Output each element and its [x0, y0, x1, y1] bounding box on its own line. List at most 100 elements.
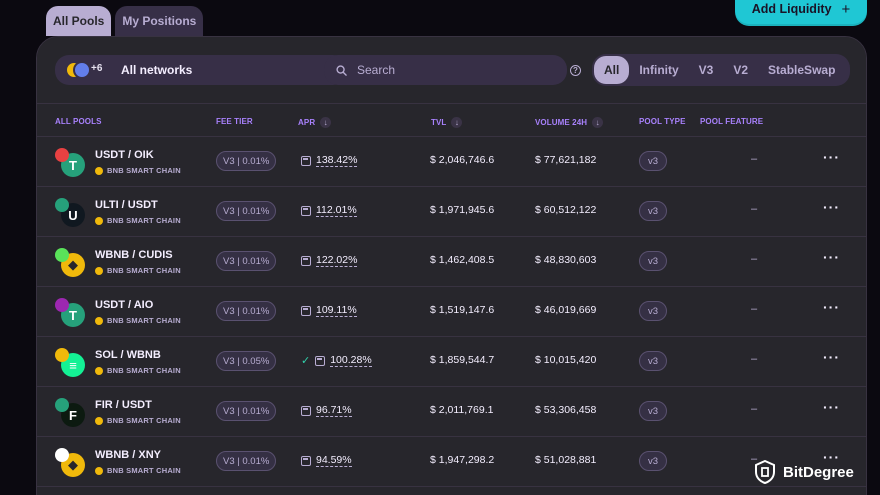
pair-name[interactable]: WBNB / CUDIS [95, 249, 173, 261]
volume-value: $ 77,621,182 [535, 154, 597, 166]
pair-logo: ◆ [55, 248, 89, 278]
more-options-icon[interactable]: ··· [823, 299, 840, 315]
add-liquidity-button[interactable]: Add Liquidity + [735, 0, 867, 26]
pool-type-v3[interactable]: V3 [689, 56, 724, 84]
plus-icon: + [841, 0, 851, 18]
pair-name[interactable]: USDT / AIO [95, 299, 153, 311]
col-apr[interactable]: APR ↓ [298, 117, 332, 128]
chain-label: BNB SMART CHAIN [95, 266, 181, 275]
pair-logo: ◆ [55, 448, 89, 478]
chain-name: BNB SMART CHAIN [107, 216, 181, 225]
tvl-value: $ 2,046,746.6 [430, 154, 495, 166]
bnb-chain-icon [95, 216, 103, 225]
network-select[interactable]: +6 All networks [55, 55, 347, 85]
bnb-chain-icon [95, 166, 103, 175]
pool-type-infinity[interactable]: Infinity [629, 56, 688, 84]
tvl-value: $ 1,519,147.6 [430, 304, 495, 316]
bnb-chain-icon [95, 416, 103, 425]
apr-cell: 138.42% [301, 154, 358, 167]
chain-label: BNB SMART CHAIN [95, 416, 181, 425]
apr-value[interactable]: 122.02% [316, 254, 358, 267]
pair-name[interactable]: ULTI / USDT [95, 199, 158, 211]
more-options-icon[interactable]: ··· [823, 349, 840, 365]
pool-type-stableswap[interactable]: StableSwap [758, 56, 845, 84]
apr-value[interactable]: 109.11% [316, 304, 357, 317]
calculator-icon[interactable] [301, 255, 311, 266]
pair-name[interactable]: SOL / WBNB [95, 349, 161, 361]
apr-value[interactable]: 138.42% [316, 154, 358, 167]
chain-label: BNB SMART CHAIN [95, 366, 181, 375]
farm-icon: ✓ [301, 355, 311, 367]
bitdegree-logo-icon [755, 460, 775, 484]
apr-value[interactable]: 96.71% [316, 404, 352, 417]
calculator-icon[interactable] [301, 155, 311, 166]
tvl-value: $ 1,462,408.5 [430, 254, 495, 266]
token-icon [55, 198, 69, 212]
apr-cell: 96.71% [301, 404, 352, 417]
col-tvl[interactable]: TVL ↓ [431, 117, 463, 128]
table-row[interactable]: T USDT / AIO BNB SMART CHAIN V3 | 0.01% … [37, 287, 866, 337]
network-select-label: All networks [121, 63, 193, 77]
table-row[interactable]: ≡ SOL / WBNB BNB SMART CHAIN V3 | 0.05% … [37, 337, 866, 387]
pair-name[interactable]: WBNB / XNY [95, 449, 161, 461]
chain-name: BNB SMART CHAIN [107, 416, 181, 425]
search-box [324, 55, 567, 85]
pool-type-badge: v3 [639, 451, 667, 471]
chain-label: BNB SMART CHAIN [95, 166, 181, 175]
token-icon [55, 448, 69, 462]
tab-all-pools[interactable]: All Pools [46, 6, 112, 36]
network-more-count: +6 [91, 63, 103, 74]
tvl-value: $ 1,947,298.2 [430, 454, 495, 466]
more-options-icon[interactable]: ··· [823, 149, 840, 165]
pair-name[interactable]: FIR / USDT [95, 399, 152, 411]
pair-logo: T [55, 148, 89, 178]
calculator-icon[interactable] [301, 305, 311, 316]
pair-logo: ≡ [55, 348, 89, 378]
bnb-chain-icon [95, 366, 103, 375]
network-icons: +6 [65, 60, 111, 80]
filter-toolbar: +6 All networks ? All Infinity V3 V2 Sta… [37, 37, 866, 103]
pair-logo: T [55, 298, 89, 328]
chain-label: BNB SMART CHAIN [95, 216, 181, 225]
fee-tier-badge: V3 | 0.05% [216, 351, 277, 371]
pair-name[interactable]: USDT / OIK [95, 149, 154, 161]
pool-tabs: All Pools My Positions [46, 6, 204, 36]
table-row[interactable]: ◆ WBNB / CUDIS BNB SMART CHAIN V3 | 0.01… [37, 237, 866, 287]
table-row[interactable]: F FIR / USDT BNB SMART CHAIN V3 | 0.01% … [37, 387, 866, 437]
col-all-pools: ALL POOLS [55, 117, 102, 126]
sort-arrow-icon[interactable]: ↓ [451, 117, 463, 128]
eth-network-icon [73, 61, 91, 79]
token-icon [55, 148, 69, 162]
apr-value[interactable]: 112.01% [316, 204, 357, 217]
calculator-icon[interactable] [301, 405, 311, 416]
more-options-icon[interactable]: ··· [823, 199, 840, 215]
sort-arrow-icon[interactable]: ↓ [320, 117, 332, 128]
sort-arrow-icon[interactable]: ↓ [592, 117, 604, 128]
pool-type-all[interactable]: All [594, 56, 630, 84]
apr-value[interactable]: 100.28% [330, 354, 372, 367]
search-input[interactable] [357, 63, 547, 77]
pool-type-v2[interactable]: V2 [723, 56, 758, 84]
volume-value: $ 53,306,458 [535, 404, 597, 416]
bnb-chain-icon [95, 466, 103, 475]
apr-value[interactable]: 94.59% [316, 454, 352, 467]
token-icon [55, 248, 69, 262]
pool-feature-value: – [751, 303, 758, 315]
table-row[interactable]: U ULTI / USDT BNB SMART CHAIN V3 | 0.01%… [37, 187, 866, 237]
calculator-icon[interactable] [301, 205, 311, 216]
col-volume[interactable]: VOLUME 24H ↓ [535, 117, 604, 128]
fee-tier-badge: V3 | 0.01% [216, 401, 277, 421]
calculator-icon[interactable] [315, 355, 326, 366]
apr-cell: 122.02% [301, 254, 358, 267]
more-options-icon[interactable]: ··· [823, 399, 840, 415]
chain-name: BNB SMART CHAIN [107, 166, 181, 175]
table-row[interactable]: ◆ WBNB / XNY BNB SMART CHAIN V3 | 0.01% … [37, 437, 866, 487]
calculator-icon[interactable] [301, 455, 311, 466]
tab-my-positions[interactable]: My Positions [115, 6, 204, 36]
pool-feature-value: – [751, 253, 758, 265]
table-row[interactable]: T USDT / OIK BNB SMART CHAIN V3 | 0.01% … [37, 137, 866, 187]
apr-cell: 94.59% [301, 454, 352, 467]
more-options-icon[interactable]: ··· [823, 249, 840, 265]
page: All Pools My Positions Add Liquidity + +… [0, 0, 880, 495]
help-icon[interactable]: ? [570, 65, 581, 76]
